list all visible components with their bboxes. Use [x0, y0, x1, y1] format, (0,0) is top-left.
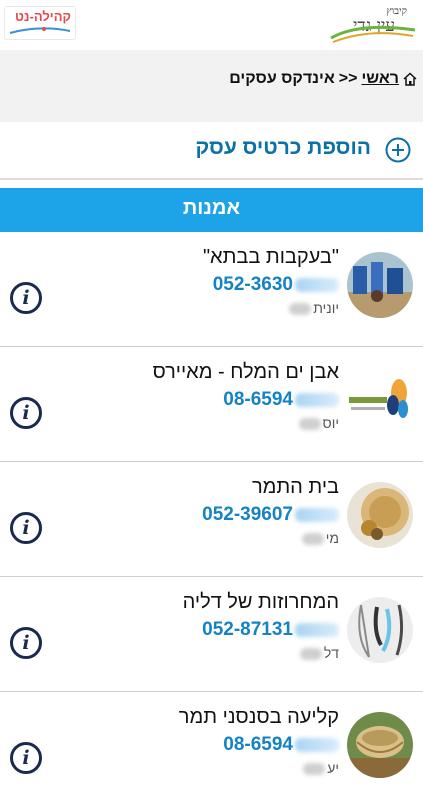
add-business-card-button[interactable]: הוספת כרטיס עסק — [0, 122, 423, 180]
business-phone[interactable]: 052-3630 — [213, 274, 339, 296]
contact-name: יונית — [289, 300, 339, 316]
business-name: בית התמר — [251, 476, 339, 498]
contact-name: מי — [301, 530, 339, 546]
community-logo-swoosh-icon — [9, 27, 71, 34]
list-item[interactable]: בית התמר 052-39607 מי i — [0, 462, 423, 577]
info-icon[interactable]: i — [10, 627, 42, 659]
contact-name: דל — [299, 645, 339, 661]
info-icon[interactable]: i — [10, 397, 42, 429]
breadcrumb-bar: ראשי >> אינדקס עסקים — [0, 50, 423, 122]
business-name: אבן ים המלח - מאיירס — [152, 361, 339, 383]
app-header: קיבוץ עין גדי קהילה-נט — [0, 0, 423, 50]
business-list: "בעקבות בבתא" 052-3630 יונית i אבן ים המ… — [0, 232, 423, 800]
contact-name: יע — [303, 760, 339, 776]
info-icon[interactable]: i — [10, 742, 42, 774]
breadcrumb-current: אינדקס עסקים — [229, 70, 335, 87]
business-avatar — [347, 712, 413, 778]
business-phone[interactable]: 08-6594 — [223, 734, 339, 756]
community-logo-text: קהילה-נט — [14, 9, 71, 24]
business-name: "בעקבות בבתא" — [202, 246, 339, 268]
business-phone[interactable]: 08-6594 — [223, 389, 339, 411]
category-title: אמנות — [182, 197, 241, 219]
kibbutz-ein-gedi-logo[interactable]: קיבוץ עין גדי — [329, 6, 417, 46]
list-item[interactable]: קליעה בסנסני תמר 08-6594 יע i — [0, 692, 423, 800]
list-item[interactable]: המחרוזות של דליה 052-87131 דל i — [0, 577, 423, 692]
business-name: המחרוזות של דליה — [182, 591, 339, 613]
breadcrumb: ראשי >> אינדקס עסקים — [229, 70, 417, 88]
info-icon[interactable]: i — [10, 512, 42, 544]
business-name: קליעה בסנסני תמר — [178, 706, 339, 728]
business-phone[interactable]: 052-39607 — [202, 504, 339, 526]
list-item[interactable]: "בעקבות בבתא" 052-3630 יונית i — [0, 232, 423, 347]
kehila-net-logo[interactable]: קהילה-נט — [4, 6, 76, 40]
business-avatar — [347, 597, 413, 663]
list-item[interactable]: אבן ים המלח - מאיירס 08-6594 יוס i — [0, 347, 423, 462]
plus-circle-icon — [385, 137, 411, 163]
home-icon[interactable] — [403, 72, 417, 86]
business-avatar — [347, 482, 413, 548]
logo-swoosh-icon — [330, 25, 416, 43]
add-business-card-label: הוספת כרטיס עסק — [195, 136, 371, 159]
business-avatar — [347, 252, 413, 318]
business-phone[interactable]: 052-87131 — [202, 619, 339, 641]
info-icon[interactable]: i — [10, 282, 42, 314]
category-header: אמנות — [0, 188, 423, 232]
breadcrumb-home-link[interactable]: ראשי — [361, 70, 399, 88]
contact-name: יוס — [298, 415, 339, 431]
breadcrumb-separator: >> — [338, 70, 358, 87]
business-avatar — [347, 367, 413, 433]
